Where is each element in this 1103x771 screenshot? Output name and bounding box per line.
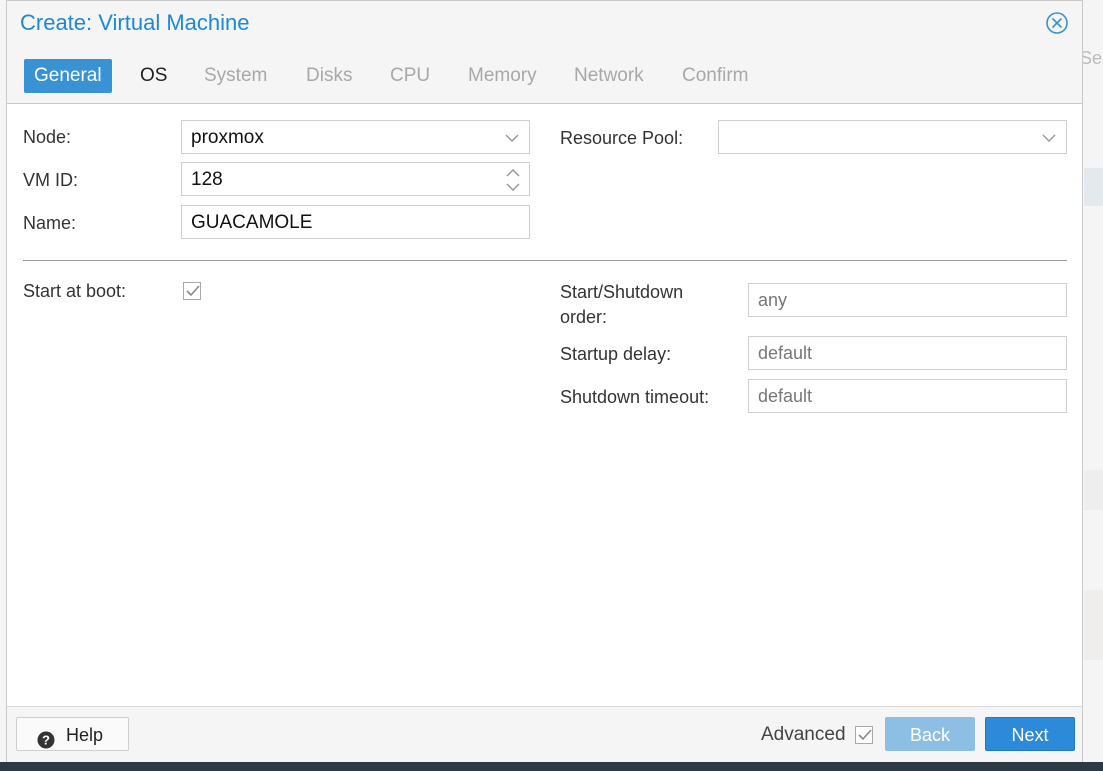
background-row (1084, 590, 1103, 660)
startup-delay-placeholder: default (758, 343, 813, 363)
spinner-arrows-icon[interactable] (505, 166, 521, 194)
chevron-down-icon[interactable] (503, 129, 521, 147)
startup-order-label: Start/Shutdown order: (560, 280, 683, 330)
name-field[interactable]: GUACAMOLE (181, 205, 530, 239)
background-search-text: Sea (1080, 48, 1103, 68)
resource-pool-select[interactable] (718, 120, 1067, 154)
node-label: Node: (23, 127, 72, 147)
chevron-down-icon[interactable] (1040, 129, 1058, 147)
shutdown-timeout-field[interactable]: default (748, 379, 1067, 413)
startup-order-label-line2: order: (560, 307, 608, 327)
node-select[interactable]: proxmox (181, 120, 530, 154)
wizard-tabbar: General OS System Disks CPU Memory Netwo… (7, 45, 1082, 104)
create-vm-dialog: Create: Virtual Machine General OS Syste… (6, 0, 1083, 762)
help-button-label: Help (66, 725, 104, 745)
back-button[interactable]: Back (885, 717, 975, 751)
svg-text:?: ? (42, 733, 50, 748)
resource-pool-label: Resource Pool: (560, 128, 684, 148)
tab-network[interactable]: Network (564, 59, 654, 93)
tab-system[interactable]: System (194, 59, 277, 93)
close-icon[interactable] (1046, 12, 1068, 34)
node-value: proxmox (191, 127, 264, 148)
shutdown-timeout-label: Shutdown timeout: (560, 387, 710, 407)
next-button[interactable]: Next (985, 717, 1075, 751)
section-divider (23, 260, 1067, 261)
startup-delay-field[interactable]: default (748, 336, 1067, 370)
start-at-boot-checkbox[interactable] (183, 282, 201, 300)
background-taskbar (0, 762, 1103, 771)
tab-os[interactable]: OS (130, 59, 177, 93)
tab-cpu[interactable]: CPU (380, 59, 440, 93)
background-row (1084, 168, 1103, 206)
question-icon: ? (37, 726, 55, 749)
advanced-label: Advanced (761, 724, 846, 745)
startup-order-field[interactable]: any (748, 283, 1067, 317)
vmid-spinner[interactable]: 128 (181, 162, 530, 196)
startup-delay-label: Startup delay: (560, 344, 672, 364)
background-row (1084, 470, 1103, 510)
tab-general[interactable]: General (24, 59, 112, 93)
advanced-checkbox[interactable] (855, 726, 873, 744)
tab-memory[interactable]: Memory (458, 59, 547, 93)
dialog-title: Create: Virtual Machine (20, 10, 250, 35)
tab-disks[interactable]: Disks (296, 59, 362, 93)
dialog-titlebar: Create: Virtual Machine (7, 1, 1082, 45)
startup-order-label-line1: Start/Shutdown (560, 282, 684, 302)
startup-order-placeholder: any (758, 290, 788, 310)
help-button[interactable]: ? Help (16, 717, 129, 751)
name-label: Name: (23, 213, 77, 233)
tab-confirm[interactable]: Confirm (672, 59, 759, 93)
vmid-value: 128 (191, 169, 223, 190)
name-value: GUACAMOLE (191, 212, 313, 233)
vmid-label: VM ID: (23, 170, 79, 190)
shutdown-timeout-placeholder: default (758, 386, 813, 406)
dialog-toolbar: ? Help Advanced Back Next (7, 706, 1082, 762)
start-at-boot-label: Start at boot: (23, 281, 127, 301)
